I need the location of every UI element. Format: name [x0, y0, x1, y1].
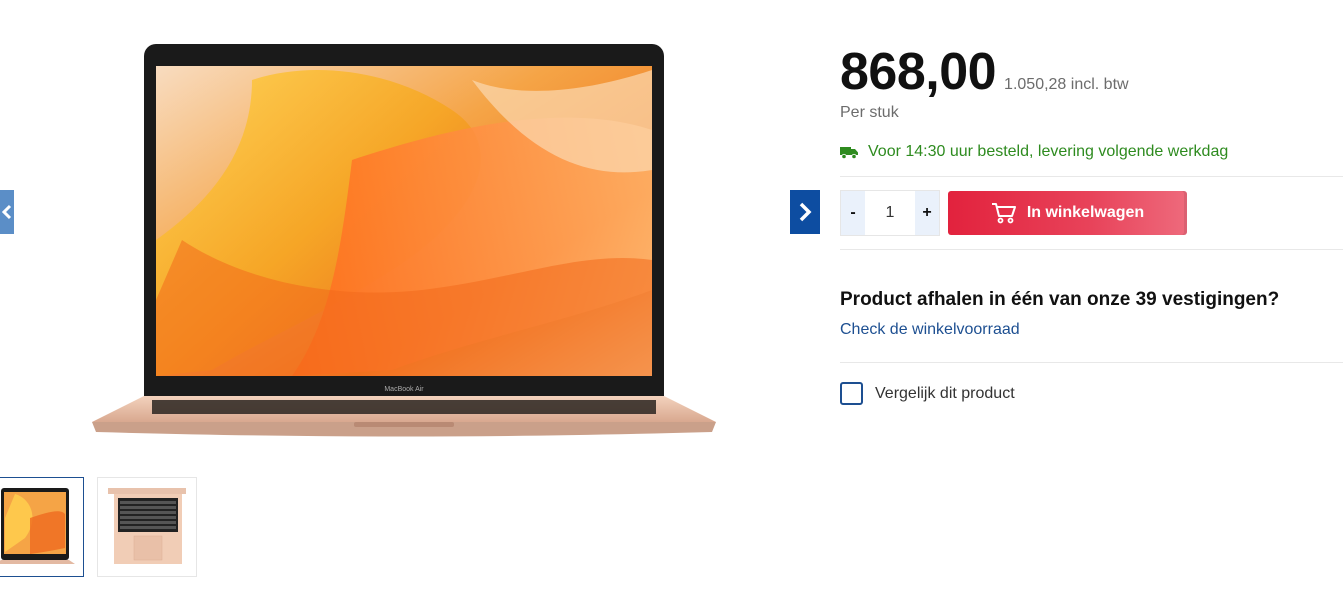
previous-image-button[interactable] [0, 190, 14, 234]
price-unit: Per stuk [840, 104, 899, 121]
divider [840, 362, 1343, 363]
laptop-image: MacBook Air [92, 44, 716, 437]
quantity-input[interactable] [865, 191, 915, 235]
divider [840, 249, 1343, 250]
product-main-image: MacBook Air [92, 40, 716, 440]
price-row: 868,00 1.050,28 incl. btw [840, 42, 1129, 102]
thumbnail-front[interactable] [0, 477, 84, 577]
compare-label: Vergelijk dit product [875, 384, 1015, 402]
thumbnail-top[interactable] [97, 477, 197, 577]
quantity-stepper: - + [840, 190, 940, 236]
add-to-cart-button[interactable]: In winkelwagen [948, 191, 1187, 235]
shopping-cart-icon [991, 203, 1016, 224]
product-gallery: MacBook Air [0, 0, 820, 592]
check-store-stock-link[interactable]: Check de winkelvoorraad [840, 321, 1020, 339]
chevron-left-icon [2, 204, 12, 220]
pickup-heading: Product afhalen in één van onze 39 vesti… [840, 289, 1280, 310]
laptop-front-thumbnail [0, 488, 75, 564]
compare-checkbox[interactable] [840, 382, 863, 405]
product-info: 868,00 1.050,28 incl. btw Per stuk Voor … [840, 0, 1343, 592]
price-excl: 868,00 [840, 43, 997, 101]
decrease-quantity-button[interactable]: - [841, 191, 865, 235]
laptop-top-thumbnail [108, 488, 186, 564]
delivery-text: Voor 14:30 uur besteld, levering volgend… [868, 143, 1229, 160]
divider [840, 176, 1343, 177]
next-image-button[interactable] [790, 190, 820, 234]
increase-quantity-button[interactable]: + [915, 191, 939, 235]
truck-icon [840, 147, 858, 159]
chevron-right-icon [799, 202, 812, 222]
add-to-cart-label: In winkelwagen [1026, 204, 1145, 221]
svg-text:MacBook Air: MacBook Air [384, 386, 424, 393]
compare-product-toggle[interactable]: Vergelijk dit product [840, 382, 1015, 405]
price-incl-vat: 1.050,28 incl. btw [1004, 76, 1129, 93]
delivery-info: Voor 14:30 uur besteld, levering volgend… [840, 143, 1228, 161]
